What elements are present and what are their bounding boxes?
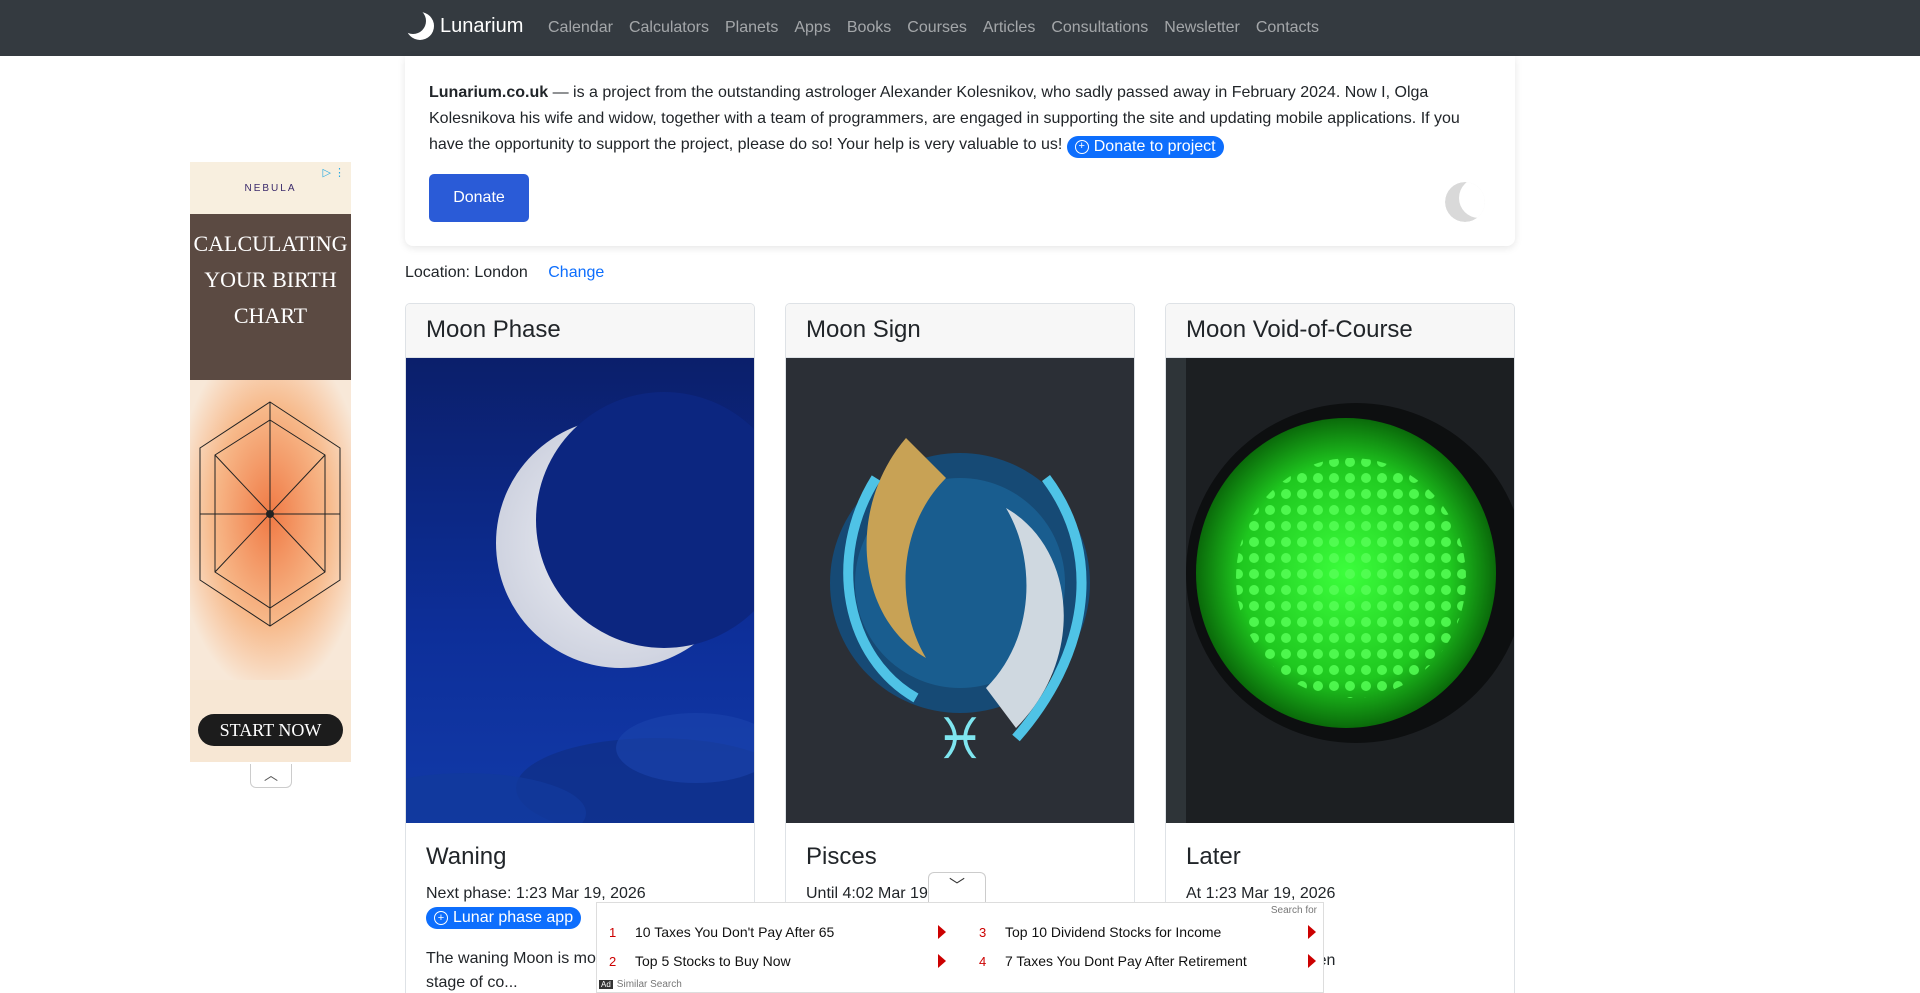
ad-link-item[interactable]: 1 10 Taxes You Don't Pay After 65 [597, 920, 952, 944]
zodiac-chart-icon [190, 380, 351, 680]
moon-logo-icon [404, 10, 434, 40]
plus-circle-icon: + [434, 911, 448, 925]
plus-circle-icon: + [1074, 139, 1089, 154]
support-notice-text: Lunarium.co.uk — is a project from the o… [429, 80, 1469, 158]
location-label: Location: London [405, 264, 528, 281]
ad-link-text: Top 5 Stocks to Buy Now [635, 953, 791, 969]
brand-link[interactable]: Lunarium [404, 10, 523, 42]
ad-link-item[interactable]: 4 7 Taxes You Dont Pay After Retirement [967, 949, 1322, 973]
ad-link-item[interactable]: 3 Top 10 Dividend Stocks for Income [967, 920, 1322, 944]
nav-calendar[interactable]: Calendar [540, 19, 621, 37]
ad-choices-icon[interactable]: ▷ ⋮ [322, 166, 345, 179]
donate-to-project-label: Donate to project [1093, 137, 1216, 155]
moon-phase-card: Moon Phase Waning Next phase: 1:23 Mar 1… [405, 303, 755, 993]
card-header: Moon Phase [406, 304, 754, 358]
card-header: Moon Sign [786, 304, 1134, 358]
ad-link-text: 10 Taxes You Don't Pay After 65 [635, 924, 835, 940]
donate-button[interactable]: Donate [429, 174, 529, 222]
ad-link-text: Top 10 Dividend Stocks for Income [1005, 924, 1222, 940]
next-phase-text: Next phase: 1:23 Mar 19, 2026 [426, 885, 646, 902]
change-location-link[interactable]: Change [548, 264, 604, 281]
play-arrow-icon [1308, 954, 1316, 968]
collapse-ad-chevron-up-icon[interactable]: ︿ [250, 764, 292, 788]
ad-link-number: 1 [609, 924, 617, 940]
nav-calculators[interactable]: Calculators [621, 19, 717, 37]
search-for-label: Search for [1270, 905, 1317, 916]
green-traffic-light-image[interactable] [1166, 358, 1514, 823]
play-arrow-icon [938, 954, 946, 968]
play-arrow-icon [1308, 925, 1316, 939]
void-course-time: At 1:23 Mar 19, 2026 [1186, 885, 1336, 902]
nav-newsletter[interactable]: Newsletter [1156, 19, 1248, 37]
card-header: Moon Void-of-Course [1166, 304, 1514, 358]
location-bar: Location: London Change [405, 264, 604, 282]
bottom-anchor-ad: Search for 1 10 Taxes You Don't Pay Afte… [596, 902, 1324, 993]
side-ad-banner[interactable]: ▷ ⋮ NEBULA CALCULATING YOUR BIRTH CHART … [190, 162, 351, 762]
ad-link-item[interactable]: 2 Top 5 Stocks to Buy Now [597, 949, 952, 973]
lunar-phase-app-label: Lunar phase app [453, 909, 574, 926]
theme-toggle-moon-icon[interactable] [1445, 182, 1485, 222]
notice-body: — is a project from the outstanding astr… [429, 84, 1460, 153]
nav-apps[interactable]: Apps [786, 19, 838, 37]
site-name: Lunarium.co.uk [429, 84, 549, 101]
ad-link-text: 7 Taxes You Dont Pay After Retirement [1005, 953, 1247, 969]
similar-search-label: Similar Search [616, 979, 682, 990]
lunar-phase-app-button[interactable]: + Lunar phase app [426, 907, 582, 929]
ad-link-number: 2 [609, 953, 617, 969]
brand-name: Lunarium [440, 14, 524, 37]
moon-void-card: Moon Void-of-Course Later At 1:23 Mar 19… [1165, 303, 1515, 993]
void-course-title: Later [1186, 843, 1241, 870]
ad-link-number: 4 [979, 953, 987, 969]
nav-articles[interactable]: Articles [975, 19, 1043, 37]
nav-contacts[interactable]: Contacts [1248, 19, 1327, 37]
navbar: Lunarium Calendar Calculators Planets Ap… [0, 0, 1920, 56]
ad-link-number: 3 [979, 924, 987, 940]
donate-to-project-button[interactable]: + Donate to project [1066, 135, 1224, 158]
moon-sign-title: Pisces [806, 843, 877, 870]
similar-search-footer: Ad Similar Search [599, 979, 682, 990]
play-arrow-icon [938, 925, 946, 939]
nav-planets[interactable]: Planets [717, 19, 786, 37]
waning-moon-image[interactable] [406, 358, 754, 823]
collapse-bottom-ad-chevron-down-icon[interactable]: ﹀ [928, 872, 986, 902]
nav-courses[interactable]: Courses [899, 19, 975, 37]
nav-consultations[interactable]: Consultations [1043, 19, 1156, 37]
svg-text:♓: ♓ [935, 707, 985, 772]
pisces-fish-image[interactable]: ♓ [786, 358, 1134, 823]
nav-books[interactable]: Books [839, 19, 899, 37]
support-notice-card: Lunarium.co.uk — is a project from the o… [405, 56, 1515, 246]
start-now-button[interactable]: START NOW [198, 714, 343, 746]
ad-headline: CALCULATING YOUR BIRTH CHART [190, 214, 351, 380]
main-nav: Calendar Calculators Planets Apps Books … [540, 0, 1327, 56]
ad-badge: Ad [599, 980, 613, 989]
moon-phase-title: Waning [426, 843, 507, 870]
